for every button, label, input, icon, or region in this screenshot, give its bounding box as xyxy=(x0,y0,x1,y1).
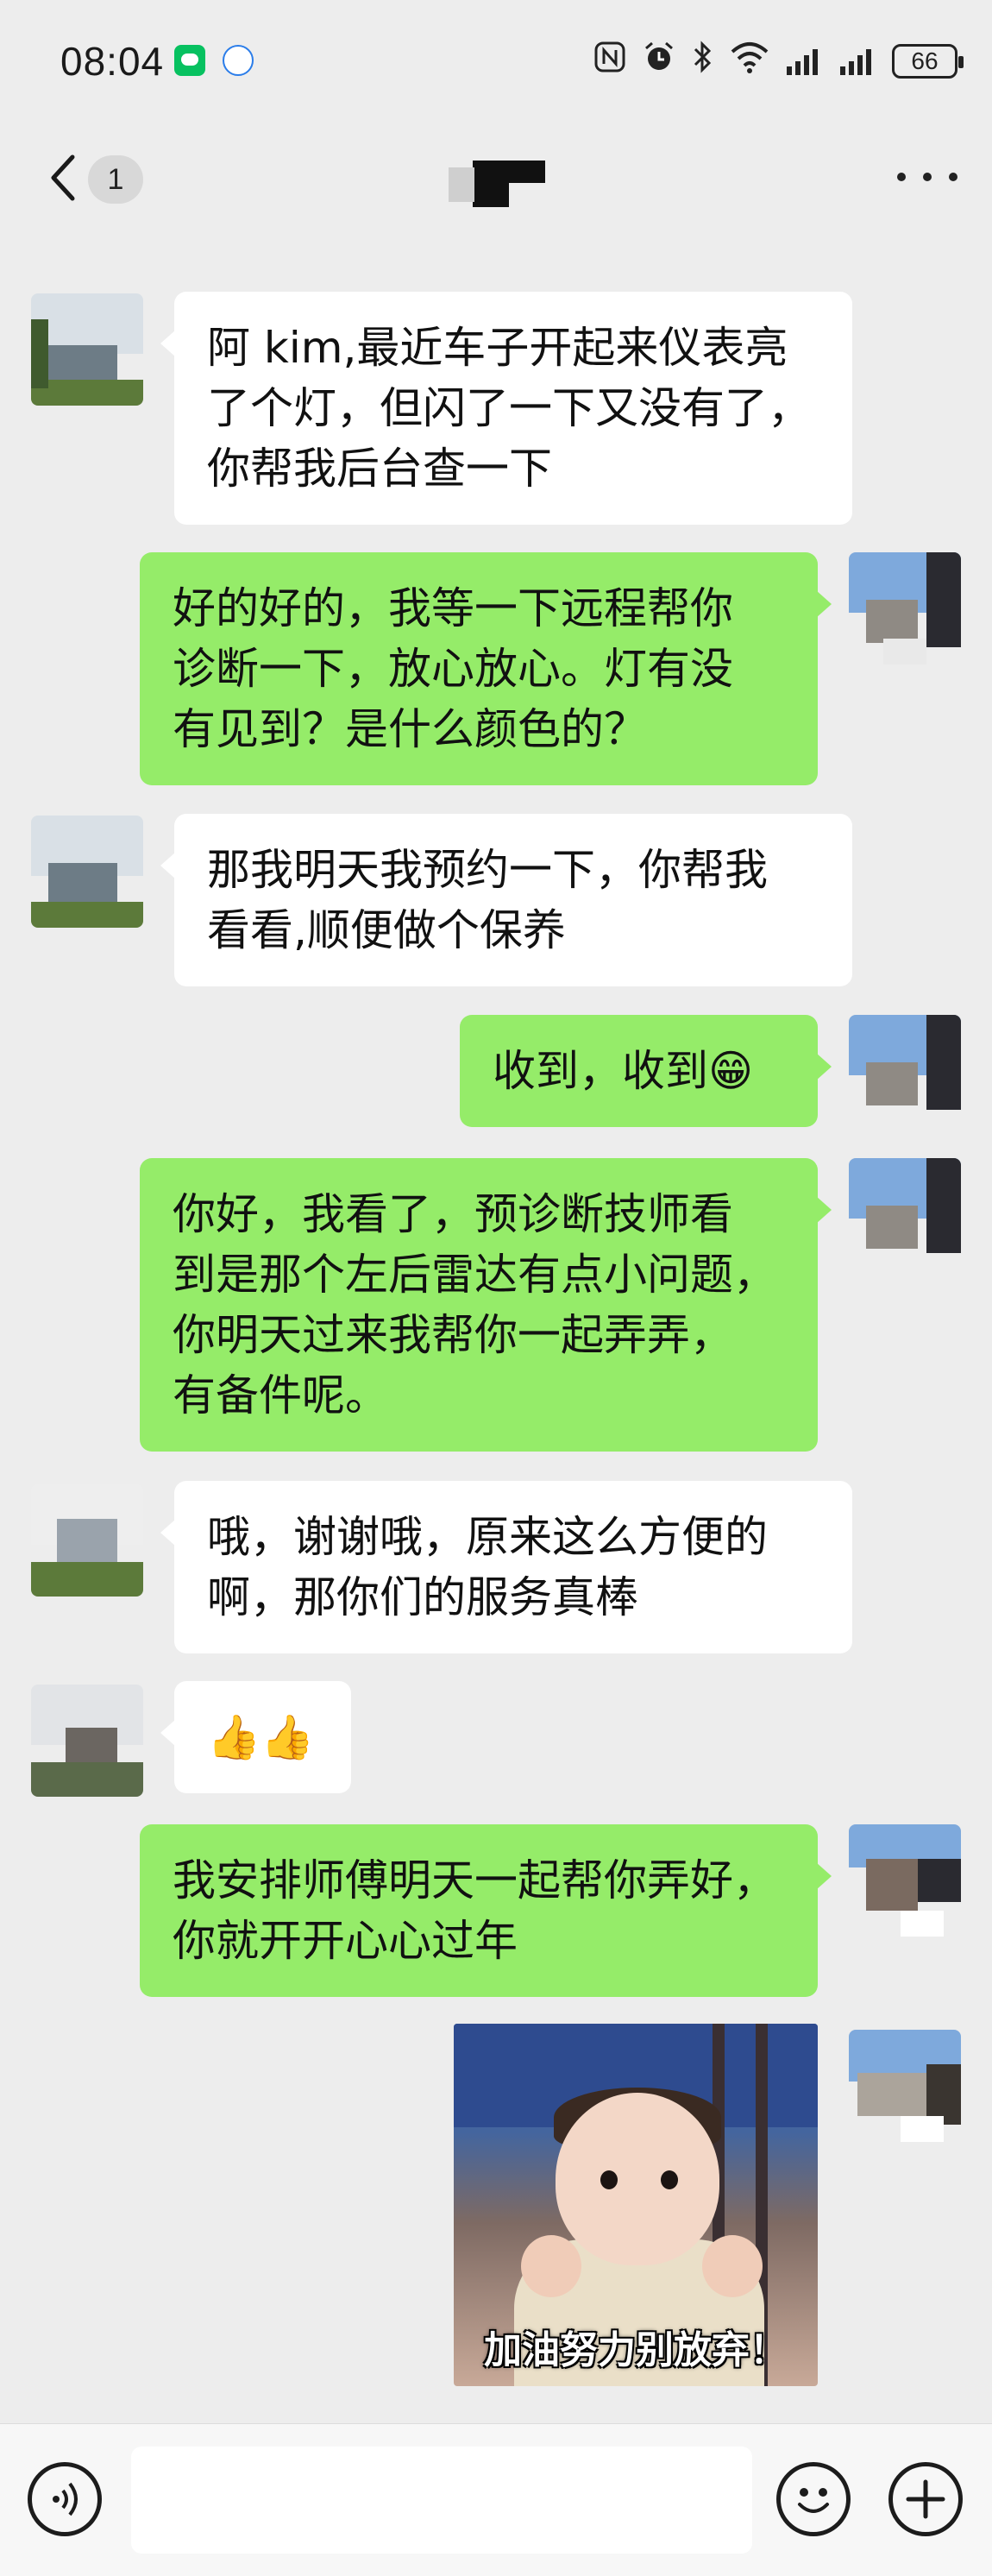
alarm-icon xyxy=(642,40,676,82)
input-bar xyxy=(0,2423,992,2576)
chat-header: 1 xyxy=(0,121,992,233)
app-notification-icon xyxy=(223,45,254,76)
sticker-caption: 加油努力别放弃！ xyxy=(484,2328,788,2372)
wechat-notification-icon xyxy=(174,45,205,76)
self-avatar[interactable] xyxy=(849,1015,961,1127)
message-bubble[interactable]: 你好，我看了，预诊断技师看 到是那个左后雷达有点小问题， 你明天过来我帮你一起弄… xyxy=(140,1158,832,1452)
contact-avatar[interactable] xyxy=(31,1484,143,1597)
more-icon[interactable] xyxy=(897,164,957,190)
message-bubble[interactable]: 好的好的，我等一下远程帮你 诊断一下，放心放心。灯有没 有见到？是什么颜色的？ xyxy=(140,552,832,785)
message-input[interactable] xyxy=(131,2447,752,2554)
message-bubble[interactable]: 阿 kim,最近车子开起来仪表亮 了个灯，但闪了一下又没有了， 你帮我后台查一下 xyxy=(160,292,852,525)
message-bubble[interactable]: 收到，收到😁 xyxy=(460,1015,832,1127)
message-bubble[interactable]: 我安排师傅明天一起帮你弄好， 你就开开心心过年 xyxy=(140,1824,832,1997)
signal-icon xyxy=(785,47,823,75)
self-avatar[interactable] xyxy=(849,1824,961,1937)
contact-avatar[interactable] xyxy=(31,1685,143,1797)
unread-badge[interactable]: 1 xyxy=(88,155,143,204)
battery-icon: 66 xyxy=(892,43,964,79)
back-arrow-icon[interactable] xyxy=(40,152,91,204)
status-time: 08:04 xyxy=(60,39,165,84)
self-avatar[interactable] xyxy=(849,552,961,664)
wifi-icon xyxy=(730,40,769,82)
contact-avatar[interactable] xyxy=(31,293,143,406)
signal-icon xyxy=(838,47,876,75)
contact-avatar[interactable] xyxy=(31,816,143,928)
message-bubble[interactable]: 那我明天我预约一下，你帮我 看看,顺便做个保养 xyxy=(160,814,852,986)
status-bar: 08:04 66 xyxy=(0,0,992,121)
nfc-icon xyxy=(593,41,626,81)
self-avatar[interactable] xyxy=(849,2030,961,2142)
self-avatar[interactable] xyxy=(849,1158,961,1270)
status-icons: 66 xyxy=(593,40,964,82)
bluetooth-icon xyxy=(692,40,714,82)
contact-name[interactable] xyxy=(449,155,552,207)
sticker-image[interactable]: 加油努力别放弃！ xyxy=(454,2024,818,2386)
emoji-icon[interactable] xyxy=(776,2462,851,2536)
plus-icon[interactable] xyxy=(888,2462,963,2536)
voice-icon[interactable] xyxy=(28,2462,102,2536)
message-bubble[interactable]: 哦，谢谢哦，原来这么方便的 啊，那你们的服务真棒 xyxy=(160,1481,852,1653)
message-bubble[interactable]: 👍👍 xyxy=(160,1681,351,1793)
